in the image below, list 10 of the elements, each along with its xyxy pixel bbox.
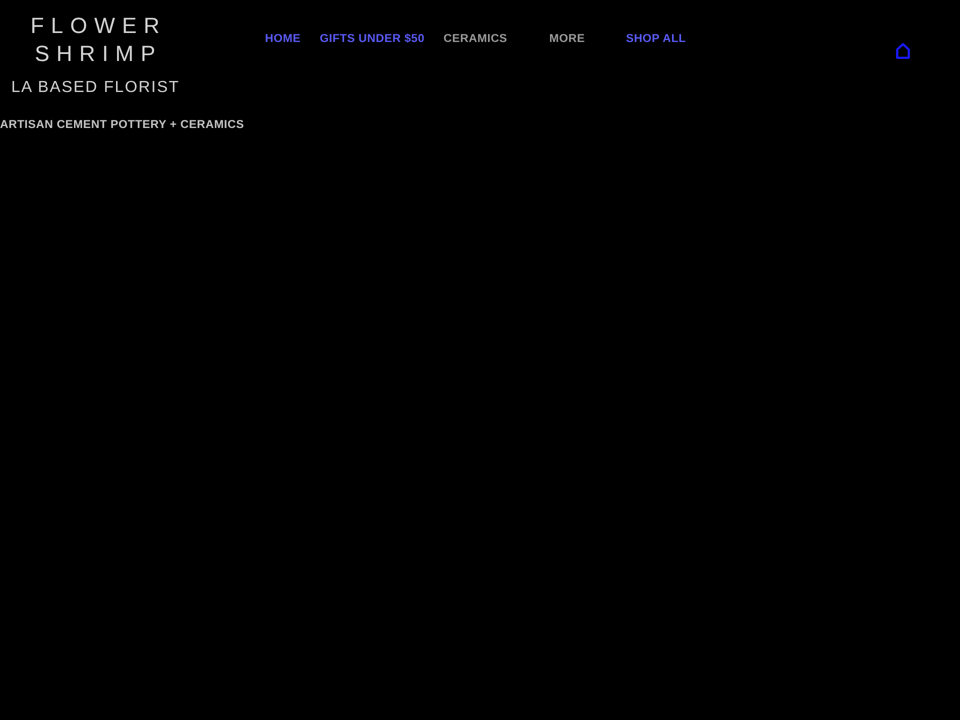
logo-text[interactable]: SHRIMP — [0, 40, 185, 68]
nav-link[interactable]: CERAMICS — [444, 32, 508, 46]
house-icon[interactable] — [896, 43, 910, 59]
logo-subtitle: LA BASED FLORIST — [10, 78, 181, 98]
tagline: ARTISAN CEMENT POTTERY + CERAMICS — [0, 118, 244, 132]
nav-link[interactable]: MORE — [549, 32, 585, 46]
nav-link[interactable]: SHOP ALL — [626, 32, 686, 46]
logo-text[interactable]: FLOWER — [0, 12, 185, 40]
nav-link[interactable]: GIFTS UNDER $50 — [320, 32, 425, 46]
nav-link[interactable]: HOME — [265, 32, 301, 46]
